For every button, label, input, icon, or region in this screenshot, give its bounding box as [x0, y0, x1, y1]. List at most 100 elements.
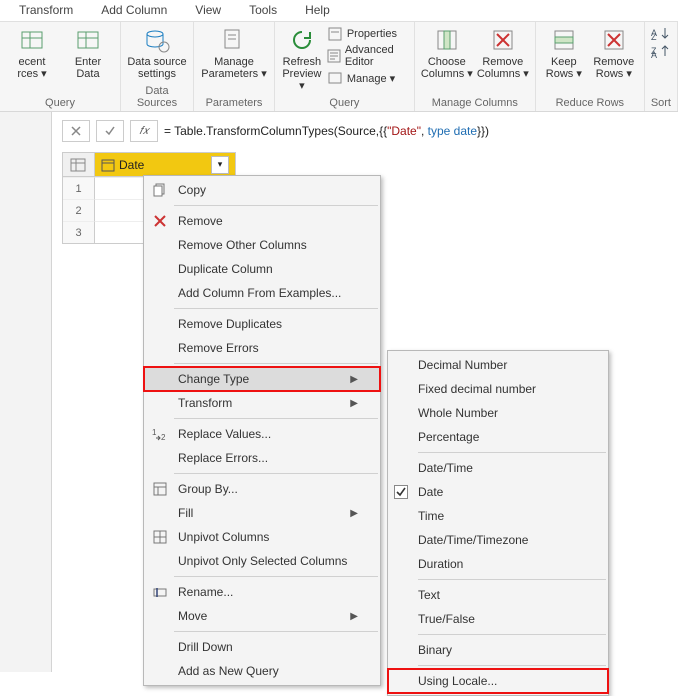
label: Manage ▾ [347, 72, 395, 85]
menu-item-replace-errors[interactable]: Replace Errors... [144, 446, 380, 470]
svg-text:Z: Z [651, 32, 657, 40]
manage-button[interactable]: Manage ▾ [327, 70, 408, 86]
sort-asc-icon[interactable]: AZ [651, 26, 671, 40]
tab-transform[interactable]: Transform [5, 0, 87, 21]
submenu-item-text[interactable]: Text [388, 583, 608, 607]
properties-button[interactable]: Properties [327, 26, 408, 42]
menu-separator [418, 579, 606, 580]
fx-button[interactable]: 𝑓𝑥 [130, 120, 158, 142]
group-reduce-rows: KeepRows ▾ RemoveRows ▾ Reduce Rows [536, 22, 645, 111]
submenu-item-label: Whole Number [418, 406, 498, 420]
menu-item-fill[interactable]: Fill▶ [144, 501, 380, 525]
recent-sources-button[interactable]: ecentrces ▾ [6, 26, 58, 80]
menu-item-duplicate-column[interactable]: Duplicate Column [144, 257, 380, 281]
advanced-editor-button[interactable]: Advanced Editor [327, 44, 408, 68]
formula-bar: 𝑓𝑥 = Table.TransformColumnTypes(Source,{… [62, 120, 678, 142]
menu-item-remove-duplicates[interactable]: Remove Duplicates [144, 312, 380, 336]
query-stack: Properties Advanced Editor Manage ▾ [327, 26, 408, 86]
choose-columns-button[interactable]: ChooseColumns ▾ [421, 26, 473, 80]
submenu-arrow-icon: ▶ [350, 508, 358, 519]
label: RefreshPreview ▾ [281, 56, 323, 92]
gear-db-icon [143, 26, 171, 54]
menu-item-unpivot-columns[interactable]: Unpivot Columns [144, 525, 380, 549]
enter-data-button[interactable]: EnterData [62, 26, 114, 80]
tab-help[interactable]: Help [291, 0, 344, 21]
label: Properties [347, 28, 397, 40]
tab-add-column[interactable]: Add Column [87, 0, 181, 21]
menu-item-unpivot-only-selected-columns[interactable]: Unpivot Only Selected Columns [144, 549, 380, 573]
queries-gutter[interactable] [0, 112, 52, 672]
menu-item-label: Duplicate Column [178, 262, 358, 276]
submenu-item-binary[interactable]: Binary [388, 638, 608, 662]
submenu-item-label: Duration [418, 557, 463, 571]
submenu-item-decimal-number[interactable]: Decimal Number [388, 353, 608, 377]
remove-rows-icon [600, 26, 628, 54]
grid-corner[interactable] [63, 153, 95, 177]
group-label: Parameters [200, 95, 268, 109]
submenu-item-date-time-timezone[interactable]: Date/Time/Timezone [388, 528, 608, 552]
menu-item-remove[interactable]: Remove [144, 209, 380, 233]
manage-icon [327, 70, 343, 86]
menu-item-label: Add as New Query [178, 664, 358, 678]
check-icon [394, 485, 408, 499]
row-number[interactable]: 2 [63, 199, 95, 221]
menu-item-group-by[interactable]: Group By... [144, 477, 380, 501]
menu-item-label: Replace Errors... [178, 451, 358, 465]
menu-item-label: Drill Down [178, 640, 358, 654]
submenu-arrow-icon: ▶ [350, 374, 358, 385]
data-source-settings-button[interactable]: Data sourcesettings [127, 26, 187, 80]
menu-item-move[interactable]: Move ▶ [144, 604, 380, 628]
cancel-button[interactable] [62, 120, 90, 142]
submenu-item-duration[interactable]: Duration [388, 552, 608, 576]
tab-tools[interactable]: Tools [235, 0, 291, 21]
menu-separator [418, 634, 606, 635]
menu-item-remove-errors[interactable]: Remove Errors [144, 336, 380, 360]
submenu-item-percentage[interactable]: Percentage [388, 425, 608, 449]
parameters-icon [220, 26, 248, 54]
label: Data sourcesettings [127, 56, 186, 80]
blank-icon [150, 284, 170, 302]
submenu-item-date[interactable]: Date [388, 480, 608, 504]
row-number[interactable]: 1 [63, 177, 95, 199]
submenu-item-fixed-decimal-number[interactable]: Fixed decimal number [388, 377, 608, 401]
submenu-item-date-time[interactable]: Date/Time [388, 456, 608, 480]
submenu-item-label: Date [418, 485, 443, 499]
submenu-item-label: Time [418, 509, 444, 523]
menu-item-copy[interactable]: Copy [144, 178, 380, 202]
menu-item-label: Move [178, 609, 342, 623]
menu-item-remove-other-columns[interactable]: Remove Other Columns [144, 233, 380, 257]
menu-item-add-as-new-query[interactable]: Add as New Query [144, 659, 380, 683]
label: RemoveColumns ▾ [477, 56, 529, 80]
menu-item-transform[interactable]: Transform▶ [144, 391, 380, 415]
menu-item-label: Remove [178, 214, 358, 228]
menu-item-rename[interactable]: Rename... [144, 580, 380, 604]
menu-item-drill-down[interactable]: Drill Down [144, 635, 380, 659]
manage-parameters-button[interactable]: ManageParameters ▾ [200, 26, 268, 80]
keep-rows-button[interactable]: KeepRows ▾ [542, 26, 586, 80]
submenu-item-true-false[interactable]: True/False [388, 607, 608, 631]
accept-button[interactable] [96, 120, 124, 142]
refresh-icon [288, 26, 316, 54]
row-number[interactable]: 3 [63, 221, 95, 243]
refresh-preview-button[interactable]: RefreshPreview ▾ [281, 26, 323, 92]
formula-text[interactable]: = Table.TransformColumnTypes(Source,{{"D… [164, 124, 678, 139]
remove-rows-button[interactable]: RemoveRows ▾ [590, 26, 638, 80]
blank-icon [150, 638, 170, 656]
sort-desc-icon[interactable]: ZA [651, 44, 671, 58]
submenu-item-using-locale[interactable]: Using Locale... [388, 669, 608, 693]
column-header-date[interactable]: Date ▾ [95, 153, 235, 177]
tab-view[interactable]: View [181, 0, 235, 21]
submenu-item-whole-number[interactable]: Whole Number [388, 401, 608, 425]
menu-item-replace-values[interactable]: 12Replace Values... [144, 422, 380, 446]
menu-item-add-column-from-examples[interactable]: Add Column From Examples... [144, 281, 380, 305]
submenu-item-label: Fixed decimal number [418, 382, 536, 396]
choose-columns-icon [433, 26, 461, 54]
column-filter-dropdown[interactable]: ▾ [211, 156, 229, 174]
menu-item-change-type[interactable]: Change Type▶ [144, 367, 380, 391]
submenu-item-time[interactable]: Time [388, 504, 608, 528]
remove-columns-button[interactable]: RemoveColumns ▾ [477, 26, 529, 80]
blank-icon [150, 236, 170, 254]
blank-icon [150, 552, 170, 570]
properties-icon [327, 26, 343, 42]
submenu-arrow-icon: ▶ [350, 611, 358, 622]
